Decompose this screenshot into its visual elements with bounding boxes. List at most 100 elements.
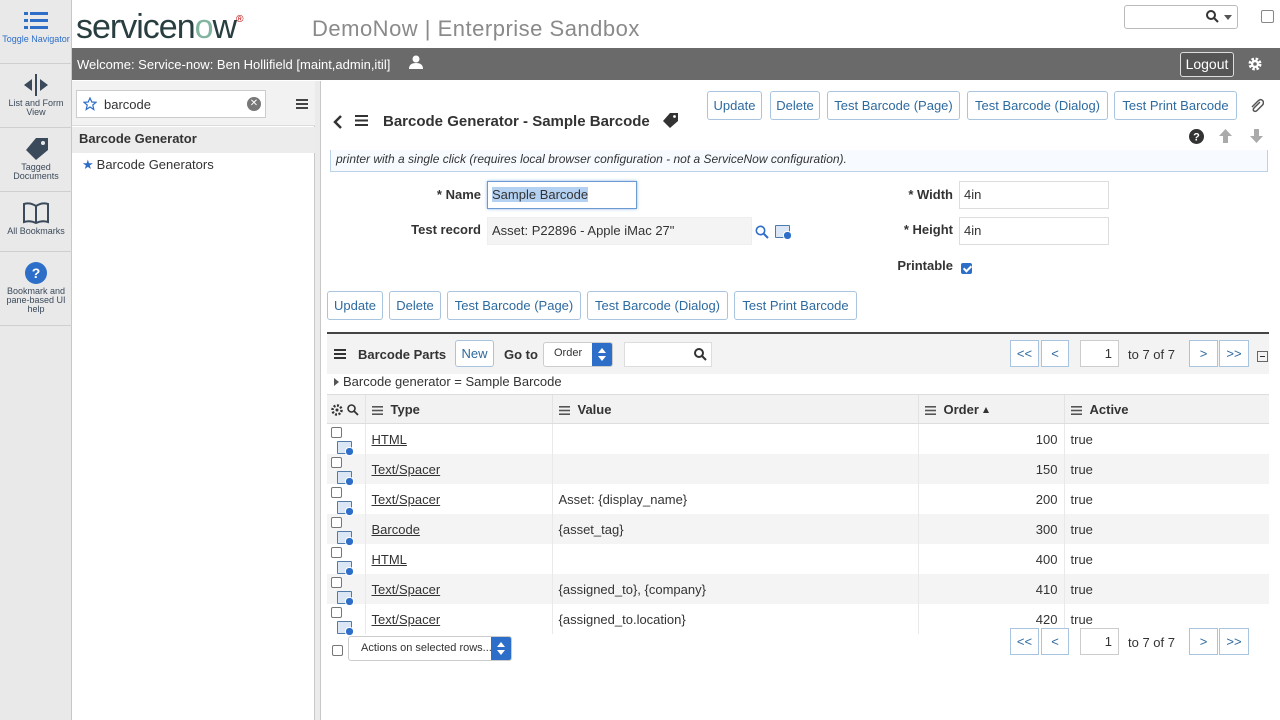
preview-record-icon[interactable] <box>337 501 354 517</box>
column-menu-icon[interactable] <box>1070 405 1082 415</box>
collapse-list-icon[interactable] <box>1257 351 1268 362</box>
column-header-order[interactable]: Order <box>917 394 1064 424</box>
test-print-barcode-button-bottom[interactable]: Test Print Barcode <box>734 291 857 320</box>
rail-label: Tagged Documents <box>13 162 59 181</box>
pager-next-button[interactable]: > <box>1189 340 1218 367</box>
type-link[interactable]: Barcode <box>372 522 420 537</box>
gear-icon[interactable] <box>331 404 343 416</box>
type-link[interactable]: HTML <box>372 552 407 567</box>
column-header-active[interactable]: Active <box>1063 394 1269 424</box>
width-label-text: Width <box>917 187 953 202</box>
clear-filter-icon[interactable]: ✕ <box>247 97 261 111</box>
preview-record-icon[interactable] <box>337 591 354 607</box>
all-bookmarks-button[interactable]: All Bookmarks <box>0 192 72 252</box>
lookup-search-icon[interactable] <box>755 225 769 239</box>
new-button[interactable]: New <box>455 340 494 367</box>
preview-record-icon[interactable] <box>337 531 354 547</box>
test-barcode-page-button-bottom[interactable]: Test Barcode (Page) <box>447 291 581 320</box>
preview-record-icon[interactable] <box>337 471 354 487</box>
goto-select[interactable]: Order <box>543 342 613 367</box>
gear-icon[interactable] <box>1247 56 1263 72</box>
column-menu-icon[interactable] <box>924 405 936 415</box>
search-icon[interactable] <box>346 404 359 416</box>
type-link[interactable]: HTML <box>372 432 407 447</box>
column-menu-icon[interactable] <box>371 405 383 415</box>
navigator-filter-input[interactable] <box>102 95 242 113</box>
book-icon <box>23 202 49 224</box>
split-arrows-icon <box>24 74 48 96</box>
star-outline-icon[interactable] <box>83 97 97 111</box>
preview-record-icon[interactable] <box>337 441 354 457</box>
test-record-field[interactable]: Asset: P22896 - Apple iMac 27" <box>487 217 752 245</box>
toggle-navigator-button[interactable]: Toggle Navigator <box>0 0 72 64</box>
pager-prev-button[interactable]: < <box>1041 340 1069 367</box>
row-checkbox[interactable] <box>331 577 342 589</box>
height-field[interactable]: 4in <box>959 217 1109 245</box>
pager-page-input-bottom[interactable]: 1 <box>1080 628 1119 655</box>
width-field[interactable]: 4in <box>959 181 1109 209</box>
navigator-filter: ✕ <box>76 90 266 118</box>
logout-button[interactable]: Logout <box>1180 52 1234 77</box>
popout-icon[interactable] <box>1261 10 1274 23</box>
arrow-up-icon[interactable] <box>1219 129 1232 143</box>
height-label: * Height <box>903 222 953 237</box>
printable-label: Printable <box>897 258 953 273</box>
pager-first-button-bottom[interactable]: << <box>1010 628 1039 655</box>
form-menu-icon[interactable] <box>355 115 368 126</box>
select-all-checkbox[interactable] <box>332 645 343 656</box>
list-form-view-button[interactable]: List and Form View <box>0 64 72 128</box>
column-menu-icon[interactable] <box>558 405 570 415</box>
update-button-top[interactable]: Update <box>707 91 762 120</box>
delete-button-top[interactable]: Delete <box>770 91 820 120</box>
row-checkbox[interactable] <box>331 427 342 439</box>
printable-checkbox[interactable] <box>961 263 972 274</box>
nav-module-barcode-generators[interactable]: ★ Barcode Generators <box>82 157 214 173</box>
paperclip-icon[interactable] <box>1250 98 1264 114</box>
tagged-documents-button[interactable]: Tagged Documents <box>0 128 72 192</box>
pager-prev-button-bottom[interactable]: < <box>1041 628 1069 655</box>
test-barcode-dialog-button-top[interactable]: Test Barcode (Dialog) <box>967 91 1108 120</box>
delete-button-bottom[interactable]: Delete <box>389 291 441 320</box>
list-breadcrumb[interactable]: Barcode generator = Sample Barcode <box>334 374 562 389</box>
preview-record-icon[interactable] <box>337 561 354 577</box>
nav-app-barcode-generator[interactable]: Barcode Generator <box>72 127 315 153</box>
arrow-down-icon[interactable] <box>1250 129 1263 143</box>
row-checkbox[interactable] <box>331 607 342 619</box>
help-icon[interactable]: ? <box>1189 129 1204 144</box>
name-field[interactable]: Sample Barcode <box>487 181 637 209</box>
list-menu-icon[interactable] <box>334 349 346 359</box>
column-header-value[interactable]: Value <box>551 394 918 424</box>
list-search-input[interactable] <box>624 342 712 367</box>
tag-icon[interactable] <box>663 113 678 128</box>
update-button-bottom[interactable]: Update <box>327 291 383 320</box>
pager-next-button-bottom[interactable]: > <box>1189 628 1218 655</box>
type-link[interactable]: Text/Spacer <box>372 492 441 507</box>
test-barcode-page-button-top[interactable]: Test Barcode (Page) <box>827 91 960 120</box>
preview-record-icon[interactable] <box>337 621 354 637</box>
hamburger-icon[interactable] <box>296 99 308 109</box>
pager-page-input[interactable]: 1 <box>1080 340 1119 367</box>
type-link[interactable]: Text/Spacer <box>372 462 441 477</box>
type-link[interactable]: Text/Spacer <box>372 612 441 627</box>
row-checkbox[interactable] <box>331 457 342 469</box>
preview-record-icon[interactable] <box>775 225 792 240</box>
row-checkbox[interactable] <box>331 547 342 559</box>
column-header-type[interactable]: Type <box>364 394 552 424</box>
actions-select[interactable]: Actions on selected rows... <box>348 636 512 661</box>
rail-label: All Bookmarks <box>7 226 65 236</box>
pager-first-button[interactable]: << <box>1010 340 1039 367</box>
question-icon: ? <box>25 262 47 284</box>
pager-last-button[interactable]: >> <box>1219 340 1249 367</box>
active-cell: true <box>1063 454 1269 485</box>
pager-last-button-bottom[interactable]: >> <box>1219 628 1249 655</box>
row-checkbox[interactable] <box>331 517 342 529</box>
test-barcode-dialog-button-bottom[interactable]: Test Barcode (Dialog) <box>587 291 728 320</box>
bookmark-help-button[interactable]: ? Bookmark and pane-based UI help <box>0 252 72 326</box>
back-icon[interactable] <box>333 115 343 129</box>
type-link[interactable]: Text/Spacer <box>372 582 441 597</box>
test-print-barcode-button-top[interactable]: Test Print Barcode <box>1114 91 1237 120</box>
global-search[interactable] <box>1124 5 1238 29</box>
table-row: HTML 100 true <box>327 423 1269 457</box>
user-icon[interactable] <box>409 55 423 69</box>
row-checkbox[interactable] <box>331 487 342 499</box>
